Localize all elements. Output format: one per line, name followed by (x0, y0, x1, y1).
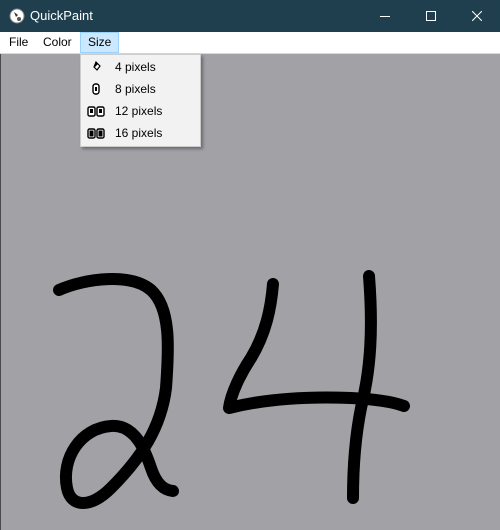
title-bar[interactable]: QuickPaint (0, 0, 500, 32)
maximize-icon (426, 11, 436, 21)
drawing-canvas[interactable] (0, 54, 500, 530)
medium-brush-icon (92, 83, 100, 95)
size-option-8[interactable]: 8 pixels (81, 78, 200, 100)
xlarge-brush-icon (87, 128, 105, 139)
minimize-icon (380, 16, 390, 17)
app-icon (9, 8, 25, 24)
stroke-digit-4-vertical (347, 270, 377, 504)
menu-file[interactable]: File (2, 32, 35, 53)
close-button[interactable] (454, 0, 500, 32)
small-brush-icon (93, 61, 101, 71)
stroke-digit-4 (223, 278, 410, 414)
size-dropdown-menu: 4 pixels 8 pixels 12 pixels 16 pixels (80, 54, 201, 147)
menu-size[interactable]: Size (80, 32, 120, 53)
maximize-button[interactable] (408, 0, 454, 32)
close-icon (472, 11, 482, 21)
minimize-button[interactable] (362, 0, 408, 32)
size-option-16[interactable]: 16 pixels (81, 122, 200, 144)
size-option-12[interactable]: 12 pixels (81, 100, 200, 122)
window-title: QuickPaint (30, 8, 93, 23)
menu-color[interactable]: Color (36, 32, 79, 53)
stroke-digit-2 (53, 273, 179, 509)
drawing-strokes (53, 270, 410, 509)
menu-bar: File Color Size (0, 32, 500, 54)
size-option-4[interactable]: 4 pixels (81, 56, 200, 78)
large-brush-icon (87, 106, 105, 117)
